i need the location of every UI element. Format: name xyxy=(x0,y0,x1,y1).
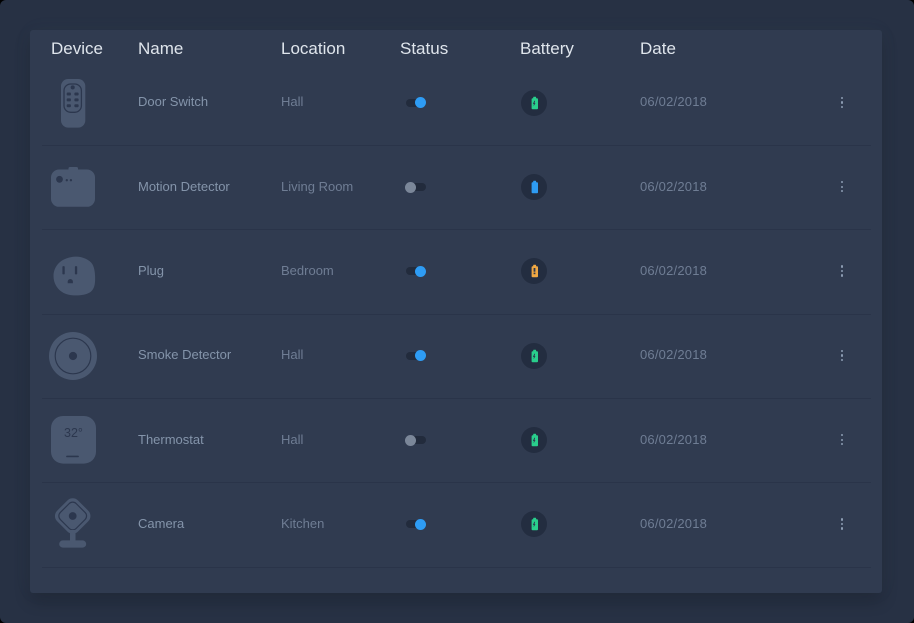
svg-text:32°: 32° xyxy=(64,426,83,440)
